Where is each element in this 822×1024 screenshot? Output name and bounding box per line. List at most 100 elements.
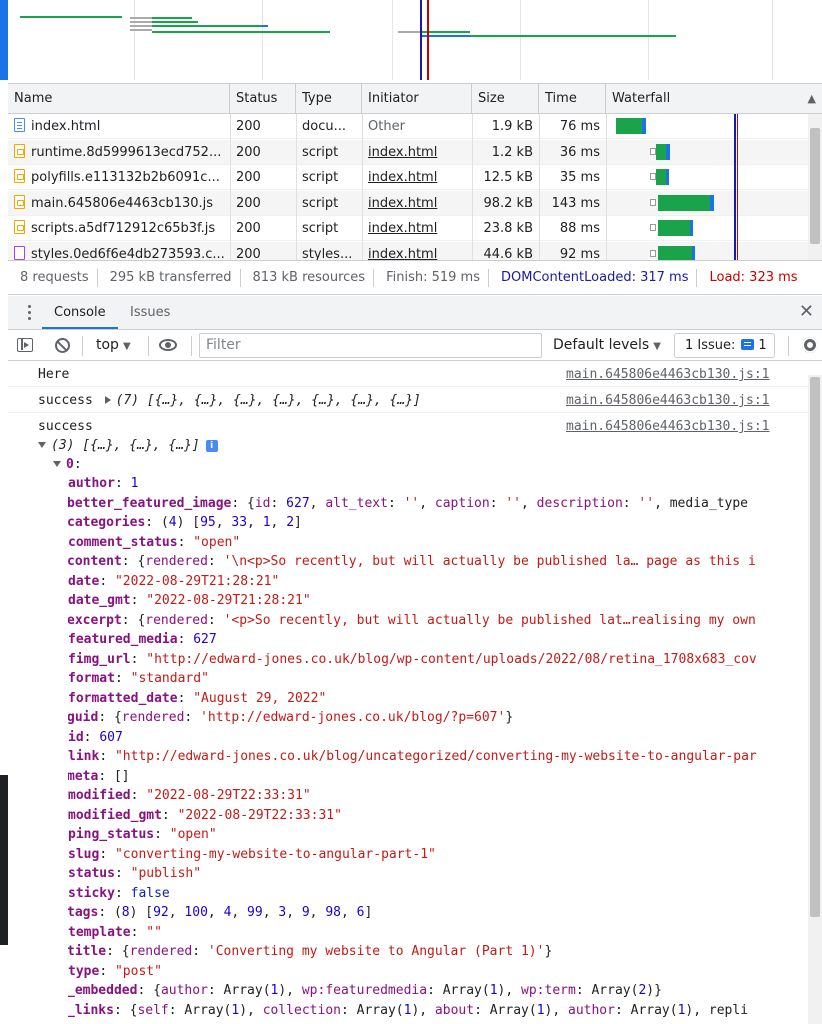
property-colon: : [98, 905, 114, 920]
overview-bar [262, 25, 268, 27]
request-time: 88 ms [559, 221, 600, 236]
network-request-row[interactable]: polyfills.e113132b2b6091c... 200 script ind… [8, 165, 822, 190]
waterfall-waiting-bar[interactable] [658, 220, 690, 236]
waterfall-waiting-bar[interactable] [658, 194, 710, 211]
request-name[interactable]: polyfills.e113132b2b6091c... [8, 165, 230, 190]
column-header-waterfall[interactable]: Waterfall ▲ [606, 84, 822, 114]
request-status: 200 [236, 144, 261, 160]
request-initiator[interactable]: index.html [362, 191, 472, 216]
console-source-link[interactable]: main.645806e4463cb130.js:1 [566, 365, 770, 384]
collapse-arrow-icon[interactable] [53, 461, 61, 467]
show-sidebar-icon[interactable] [17, 338, 33, 352]
domcontentloaded-time: DOMContentLoaded: 317 ms [489, 268, 698, 287]
property-colon: : [137, 983, 154, 998]
console-message: success main.645806e4463cb130.js:1 (3) [… [8, 413, 808, 1024]
network-request-row[interactable]: main.645806e4463cb130.js 200 script index.h… [8, 190, 822, 216]
object-property[interactable]: title: {rendered: 'Converting my website… [68, 942, 788, 961]
object-property[interactable]: better_featured_image: {id: 627, alt_tex… [68, 494, 788, 513]
object-property[interactable]: tags: (8) [92, 100, 4, 99, 3, 9, 98, 6] [68, 903, 788, 922]
sort-ascending-icon[interactable]: ▲ [808, 84, 816, 114]
object-property: date: "2022-08-29T21:28:21" [68, 572, 788, 591]
request-initiator[interactable]: index.html [362, 216, 472, 241]
property-colon: : [231, 495, 248, 511]
info-icon[interactable]: i [205, 440, 218, 452]
log-levels-dropdown[interactable]: Default levels ▼ [553, 330, 661, 361]
property-colon: : [114, 885, 131, 901]
console-output[interactable]: Here main.645806e4463cb130.js:1 success … [8, 361, 822, 1024]
array-preview[interactable]: (7) [{…}, {…}, {…}, {…}, {…}, {…}, {…}] [116, 393, 421, 408]
column-header-type[interactable]: Type [296, 84, 362, 114]
console-source-link[interactable]: main.645806e4463cb130.js:1 [566, 417, 770, 436]
request-name[interactable]: main.645806e4463cb130.js [8, 191, 230, 216]
object-property[interactable]: content: {rendered: '\n<p>So recently, b… [68, 552, 788, 571]
waterfall-download-bar [710, 194, 714, 211]
network-table[interactable]: Name Status Type Initiator Size Time Wat… [8, 84, 822, 260]
network-request-row[interactable]: scripts.a5df712912c65b3f.js 200 script inde… [8, 216, 822, 241]
request-name[interactable]: runtime.8d5999613ecd752... [8, 140, 230, 165]
load-marker [427, 0, 429, 80]
column-header-status[interactable]: Status [230, 84, 296, 114]
console-scrollbar-thumb[interactable] [810, 377, 820, 917]
object-property: modified: "2022-08-29T22:33:31" [68, 786, 788, 805]
request-type: styles... [302, 246, 353, 261]
request-name-text: index.html [31, 119, 101, 134]
column-header-name[interactable]: Name [8, 84, 230, 114]
console-filter-input[interactable]: Filter [199, 333, 542, 358]
request-name[interactable]: styles.0ed6f6e4db273593.c... [8, 242, 230, 260]
network-summary-bar: 8 requests 295 kB transferred 813 kB res… [8, 260, 822, 295]
chevron-down-icon: ▼ [653, 341, 661, 352]
column-header-initiator[interactable]: Initiator [362, 84, 472, 114]
network-request-row[interactable]: index.html 200 docu... Other 1.9 kB 76 ms [8, 114, 822, 139]
close-drawer-icon[interactable]: ✕ [799, 302, 814, 322]
property-key: modified_gmt [68, 807, 162, 823]
context-selector[interactable]: top ▼ [96, 330, 131, 361]
request-initiator[interactable]: index.html [362, 140, 472, 165]
request-initiator[interactable]: index.html [362, 165, 472, 190]
property-value: "2022-08-29T22:33:31" [177, 807, 342, 823]
object-property[interactable]: categories: (4) [95, 33, 1, 2] [68, 513, 788, 532]
toolbar-divider [82, 336, 83, 356]
column-header-time[interactable]: Time [539, 84, 606, 114]
waterfall-waiting-bar[interactable] [616, 118, 642, 134]
clear-console-icon[interactable] [55, 338, 70, 353]
property-key: tags [68, 905, 99, 920]
array-item-header[interactable]: 0: [53, 455, 82, 474]
request-initiator: Other [368, 119, 405, 134]
request-name[interactable]: scripts.a5df712912c65b3f.js [8, 216, 230, 241]
object-property[interactable]: _links: {self: Array(1), collection: Arr… [68, 1001, 788, 1020]
gear-icon[interactable] [802, 337, 818, 353]
column-header-size[interactable]: Size [472, 84, 539, 114]
stylesheet-file-icon [14, 245, 25, 260]
object-property[interactable]: guid: {rendered: 'http://edward-jones.co… [68, 708, 788, 727]
property-colon: : [177, 632, 194, 647]
tab-issues[interactable]: Issues [118, 296, 182, 329]
network-overview[interactable] [8, 0, 822, 84]
waterfall-waiting-bar[interactable] [656, 169, 666, 185]
property-key: date_gmt [68, 593, 131, 608]
object-property: id: 607 [68, 728, 788, 747]
property-key: featured_media [68, 632, 178, 647]
property-value: "2022-08-29T22:33:31" [146, 788, 311, 803]
live-expression-eye-icon[interactable] [159, 339, 177, 351]
collapse-arrow-icon[interactable] [38, 442, 46, 448]
object-property[interactable]: meta: [] [68, 767, 788, 786]
property-key: sticky [68, 885, 115, 901]
waterfall-waiting-bar[interactable] [658, 245, 692, 260]
object-property[interactable]: excerpt: {rendered: '<p>So recently, but… [68, 611, 788, 630]
expand-arrow-icon[interactable] [104, 396, 111, 404]
request-initiator[interactable]: index.html [362, 242, 472, 261]
object-property: ping_status: "open" [68, 825, 788, 844]
console-source-link[interactable]: main.645806e4463cb130.js:1 [566, 391, 770, 410]
array-expanded-header[interactable]: (3) [{…}, {…}, {…}] i [38, 436, 218, 455]
network-request-row[interactable]: styles.0ed6f6e4db273593.c... 200 styles...… [8, 241, 822, 261]
network-scrollbar-thumb[interactable] [810, 128, 820, 244]
request-name[interactable]: index.html [8, 114, 230, 139]
property-key: date [68, 573, 100, 589]
property-value: (4) [95, 33, 1, 2] [160, 515, 302, 530]
more-options-icon[interactable] [28, 305, 32, 321]
tab-console[interactable]: Console [42, 296, 118, 329]
network-request-row[interactable]: runtime.8d5999613ecd752... 200 script index… [8, 139, 822, 165]
request-time: 76 ms [559, 119, 600, 134]
issues-counter-button[interactable]: 1 Issue: 1 [674, 333, 775, 358]
object-property[interactable]: _embedded: {author: Array(1), wp:feature… [68, 981, 788, 1000]
